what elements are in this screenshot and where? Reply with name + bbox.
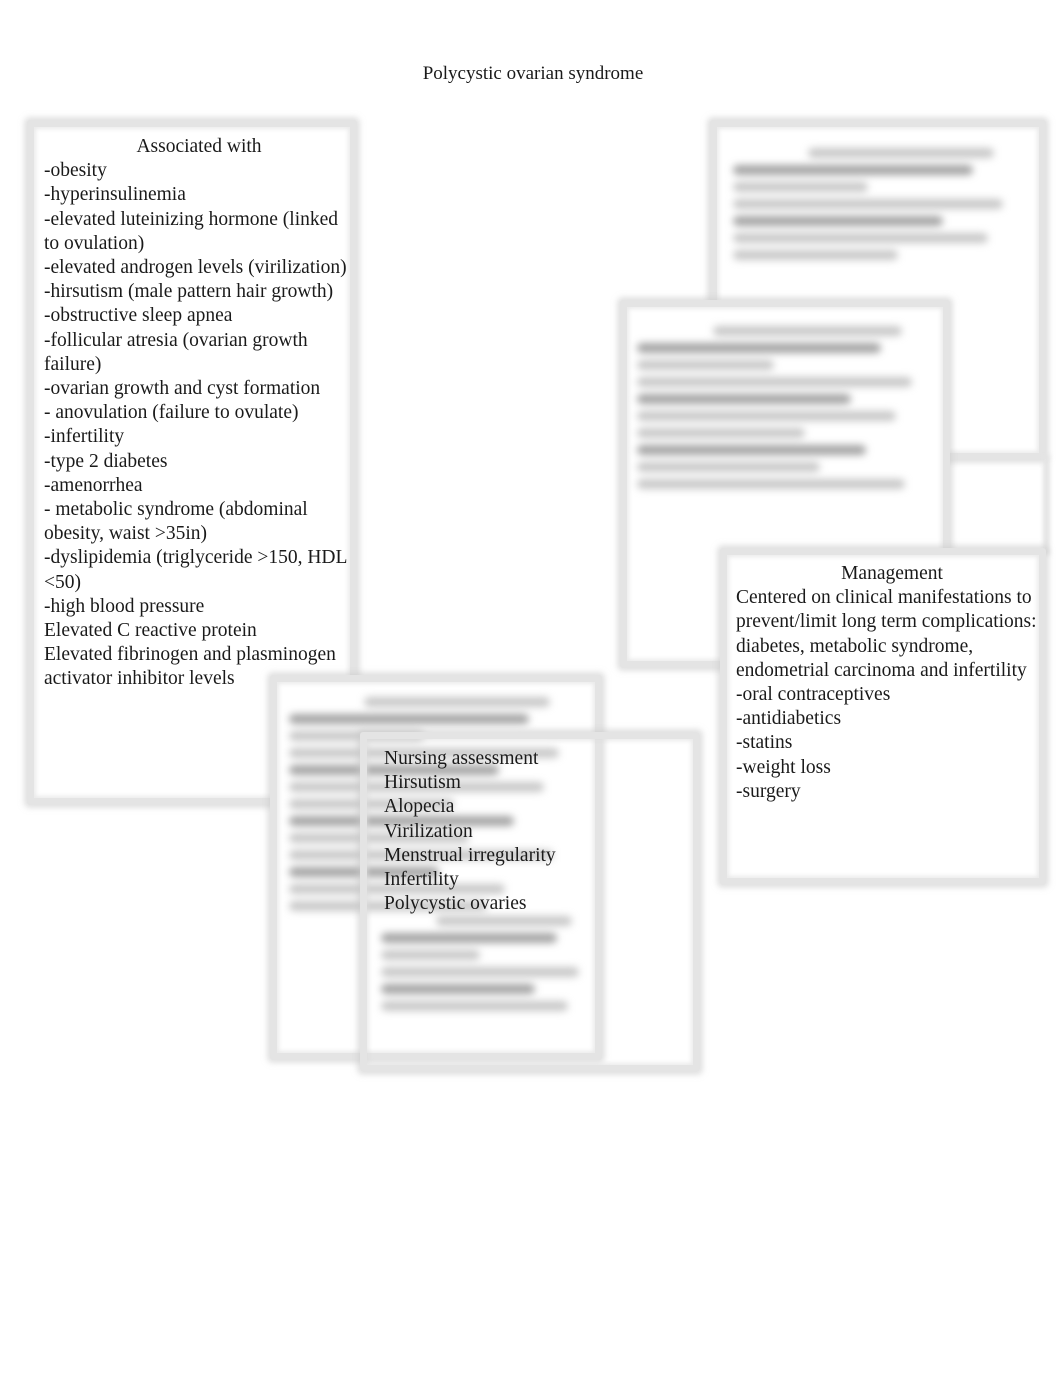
- list-item: -ovarian growth and cyst formation: [44, 378, 321, 400]
- obscured-content: [637, 319, 942, 496]
- list-item: Infertility: [384, 869, 459, 891]
- obscured-line: [733, 165, 973, 175]
- obscured-line: [733, 199, 1003, 209]
- obscured-line: [733, 233, 988, 243]
- obscured-line: [713, 326, 903, 336]
- obscured-line: [637, 411, 897, 421]
- list-item: Alopecia: [384, 796, 455, 818]
- obscured-line: [289, 714, 529, 724]
- list-item: -surgery: [736, 780, 801, 802]
- list-item: Elevated C reactive protein: [44, 620, 257, 642]
- list-item: -statins: [736, 732, 793, 754]
- page-title: Polycystic ovarian syndrome: [422, 63, 644, 84]
- list-item: -obesity: [44, 160, 107, 182]
- list-item: -infertility: [44, 426, 125, 448]
- list-item: -elevated androgen levels (virilization): [44, 257, 347, 279]
- obscured-line: [637, 479, 906, 489]
- list-item: - metabolic syndrome (abdominal obesity,…: [44, 499, 308, 545]
- connector-stub: [940, 455, 1050, 555]
- associated-with-list: -obesity -hyperinsulinemia -elevated lutei…: [44, 159, 354, 691]
- list-item: -hirsutism (male pattern hair growth): [44, 281, 334, 303]
- obscured-line: [637, 343, 881, 353]
- obscured-line: [637, 394, 851, 404]
- list-item: -weight loss: [736, 756, 831, 778]
- list-item: -obstructive sleep apnea: [44, 305, 233, 327]
- obscured-line: [637, 360, 775, 370]
- list-item: - anovulation (failure to ovulate): [44, 402, 299, 424]
- list-item: Menstrual irregularity: [384, 844, 556, 866]
- obscured-line: [637, 462, 820, 472]
- obscured-line: [733, 216, 943, 226]
- list-item: -antidiabetics: [736, 708, 842, 730]
- obscured-line: [381, 1001, 568, 1011]
- obscured-line: [808, 148, 994, 158]
- obscured-line: [381, 933, 557, 943]
- obscured-content: [381, 909, 601, 1018]
- obscured-line: [733, 182, 868, 192]
- obscured-line: [637, 377, 912, 387]
- obscured-line: [637, 428, 805, 438]
- management-heading: Management: [841, 563, 943, 584]
- list-item: -elevated luteinizing hormone (linked to…: [44, 208, 339, 254]
- obscured-line: [381, 967, 579, 977]
- management-list: Centered on clinical manifestations to p…: [736, 586, 1048, 804]
- nursing-assessment-box: Nursing assessment Hirsutism Alopecia Viri…: [360, 732, 700, 1072]
- management-box: Management Centered on clinical manifest…: [720, 548, 1046, 885]
- obscured-line: [436, 916, 573, 926]
- list-item: -oral contraceptives: [736, 684, 891, 706]
- obscured-line: [364, 697, 550, 707]
- obscured-line: [637, 445, 866, 455]
- list-item: -amenorrhea: [44, 474, 143, 496]
- nursing-assessment-heading: Nursing assessment: [384, 748, 539, 769]
- obscured-line: [381, 950, 480, 960]
- obscured-line: [733, 250, 898, 260]
- list-item: -high blood pressure: [44, 595, 205, 617]
- list-item: -follicular atresia (ovarian growth fail…: [44, 329, 308, 375]
- list-item: Hirsutism: [384, 772, 461, 794]
- list-item: -hyperinsulinemia: [44, 184, 186, 206]
- nursing-assessment-list: Hirsutism Alopecia Virilization Menstrual i…: [384, 771, 684, 916]
- list-item: Virilization: [384, 820, 473, 842]
- list-item: -dyslipidemia (triglyceride >150, HDL <5…: [44, 547, 347, 593]
- list-item: -type 2 diabetes: [44, 450, 168, 472]
- associated-with-heading: Associated with: [136, 136, 262, 157]
- obscured-line: [381, 984, 535, 994]
- obscured-content: [733, 141, 1033, 267]
- list-item: Centered on clinical manifestations to p…: [736, 587, 1037, 681]
